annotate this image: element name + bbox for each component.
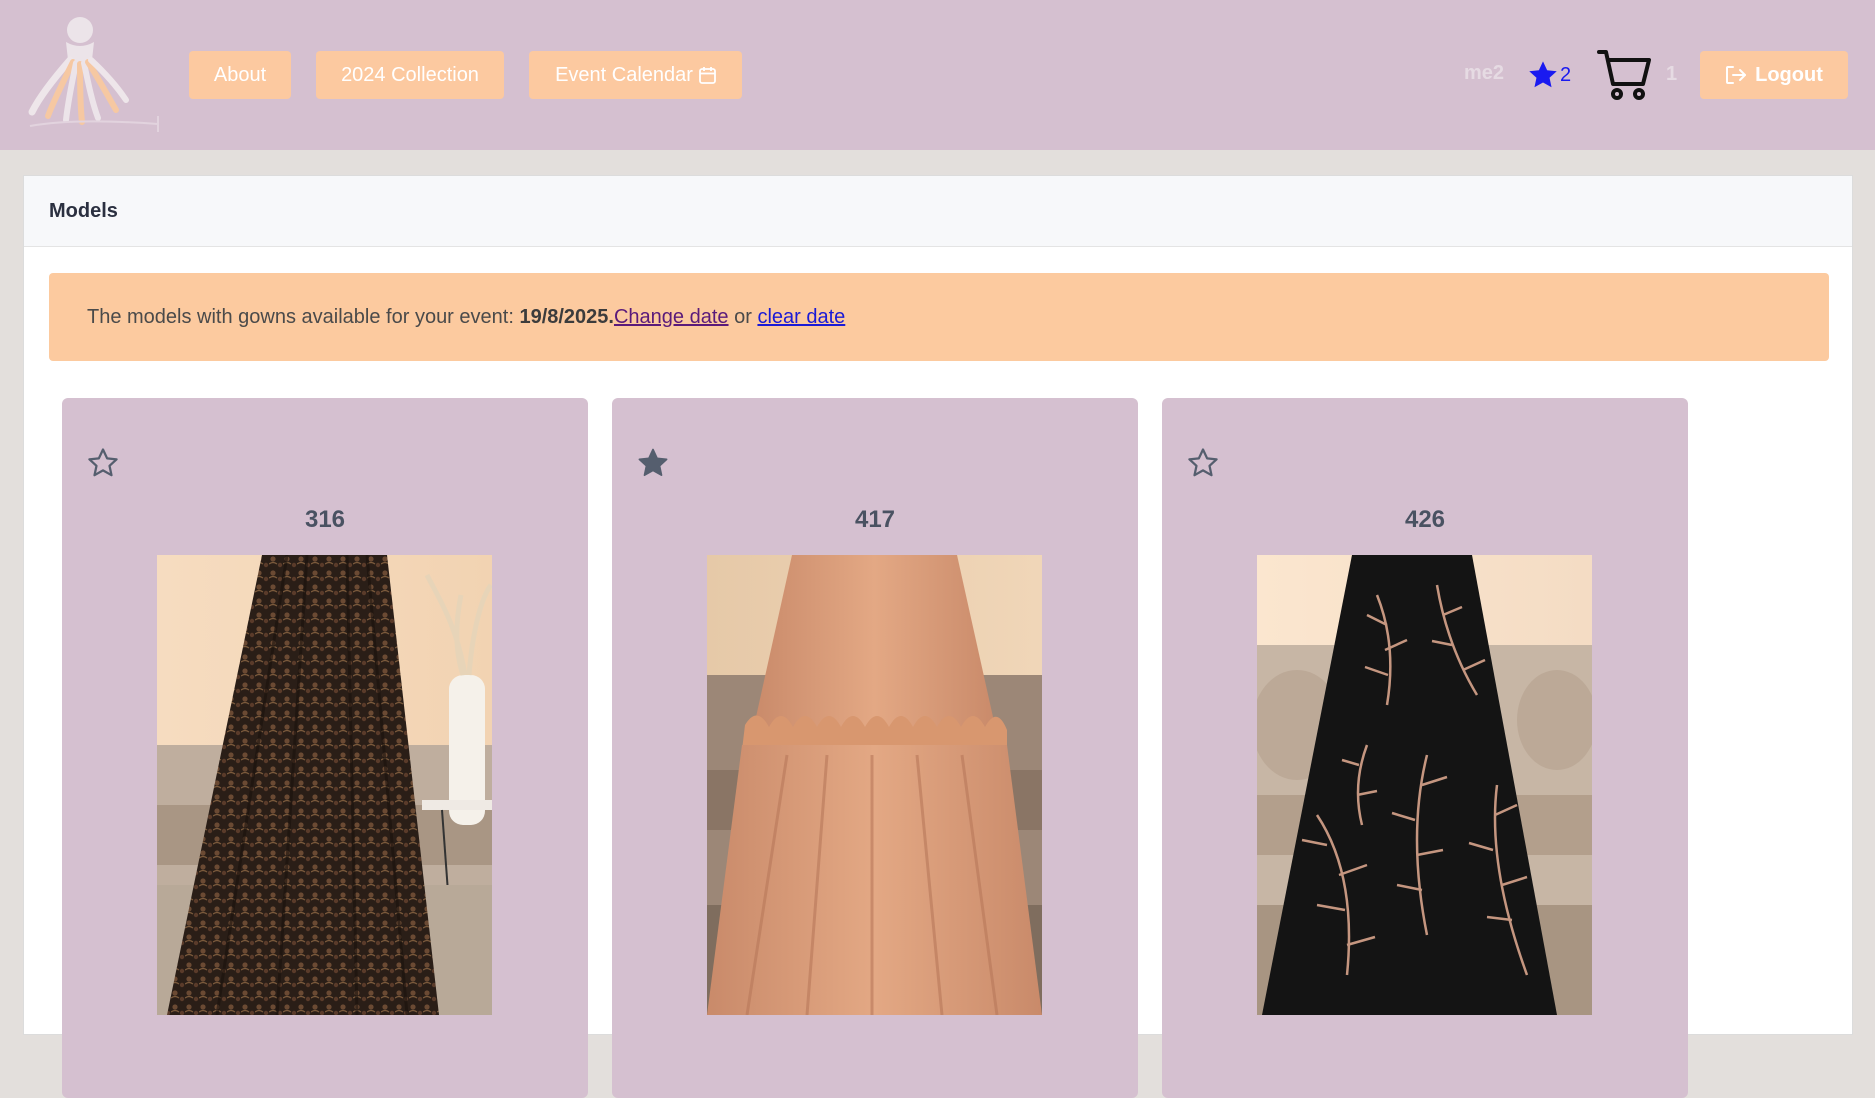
page-title: Models bbox=[49, 199, 118, 222]
clear-date-link[interactable]: clear date bbox=[757, 306, 845, 329]
gown-photo[interactable] bbox=[157, 555, 492, 1015]
logout-label: Logout bbox=[1755, 63, 1823, 86]
event-date: 19/8/2025. bbox=[519, 305, 614, 328]
gown-photo[interactable] bbox=[707, 555, 1042, 1015]
logout-icon bbox=[1726, 66, 1747, 84]
cart-icon bbox=[1597, 50, 1651, 100]
nav-event-calendar-button[interactable]: Event Calendar bbox=[529, 51, 742, 99]
brand-logo[interactable] bbox=[26, 16, 166, 134]
star-outline-icon bbox=[1188, 448, 1218, 477]
models-panel: Models The models with gowns available f… bbox=[23, 175, 1853, 1098]
panel-header: Models bbox=[24, 176, 1852, 247]
model-card[interactable]: 417 bbox=[612, 398, 1138, 1098]
star-outline-icon bbox=[88, 448, 118, 477]
alert-text: The models with gowns available for your… bbox=[87, 305, 520, 328]
gown-photo[interactable] bbox=[1257, 555, 1592, 1015]
nav-calendar-label: Event Calendar bbox=[555, 64, 693, 86]
calendar-icon bbox=[699, 54, 716, 102]
nav-about-button[interactable]: About bbox=[189, 51, 291, 99]
nav-about-label: About bbox=[213, 64, 267, 86]
logout-button[interactable]: Logout bbox=[1700, 51, 1848, 99]
favorite-toggle[interactable] bbox=[636, 446, 670, 485]
star-icon bbox=[1529, 61, 1557, 88]
model-number: 316 bbox=[304, 506, 346, 533]
model-card[interactable]: 316 bbox=[62, 398, 588, 1098]
favorite-toggle[interactable] bbox=[86, 446, 120, 485]
alert-or: or bbox=[728, 305, 758, 328]
cart-link[interactable]: 1 bbox=[1596, 46, 1677, 102]
favorite-toggle[interactable] bbox=[1186, 446, 1220, 485]
model-number: 417 bbox=[854, 506, 896, 533]
star-filled-icon bbox=[638, 448, 668, 477]
model-card[interactable]: 426 bbox=[1162, 398, 1688, 1098]
event-date-alert: The models with gowns available for your… bbox=[49, 273, 1829, 361]
navbar: About 2024 Collection Event Calendar me2… bbox=[0, 0, 1875, 150]
change-date-link[interactable]: Change date bbox=[614, 306, 729, 329]
nav-collection-button[interactable]: 2024 Collection bbox=[316, 51, 504, 99]
cart-count: 1 bbox=[1666, 62, 1678, 85]
username-label: me2 bbox=[1464, 62, 1505, 84]
model-number: 426 bbox=[1404, 506, 1446, 533]
nav-collection-label: 2024 Collection bbox=[341, 64, 479, 86]
favorites-count: 2 bbox=[1560, 63, 1572, 86]
favorites-link[interactable]: 2 bbox=[1527, 58, 1571, 92]
